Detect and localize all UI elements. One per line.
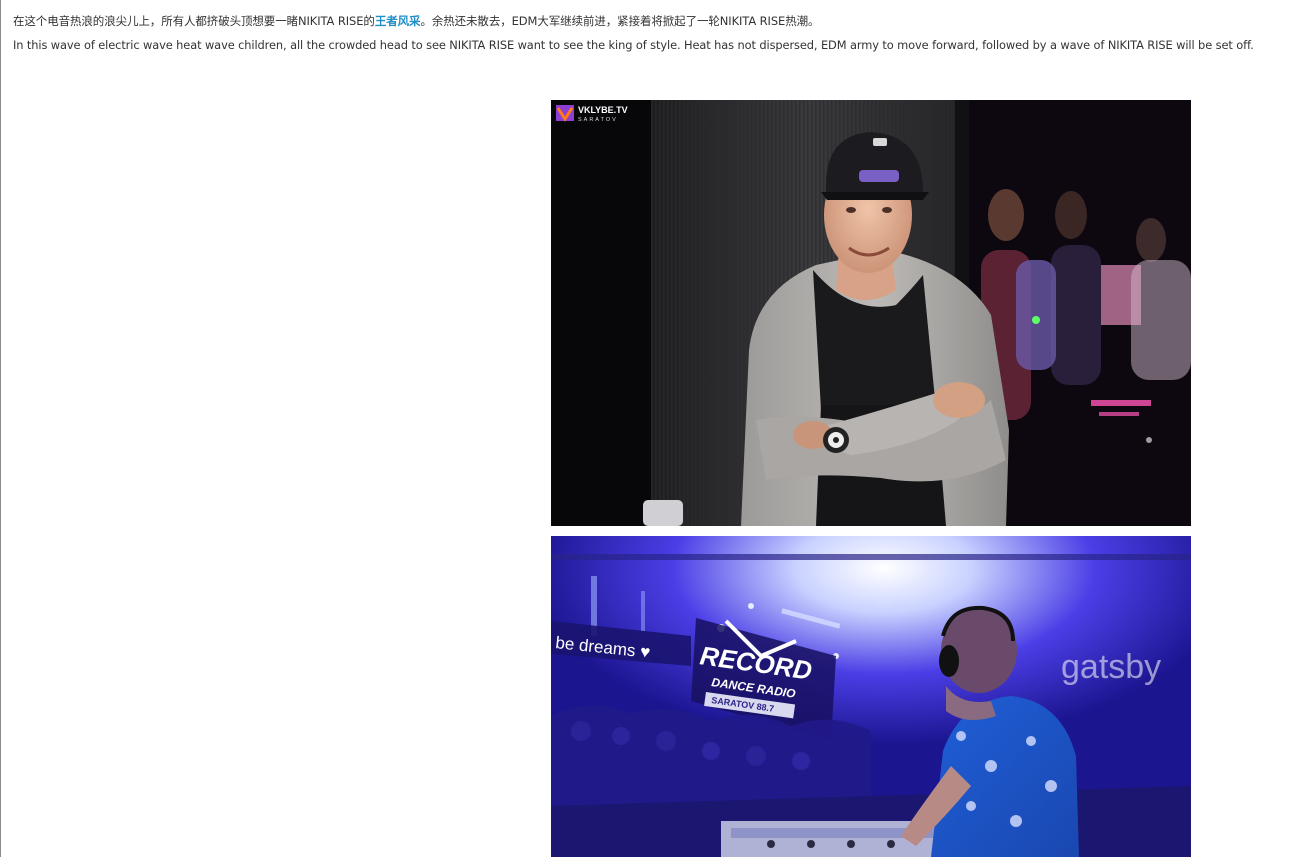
gatsby-wall-text: gatsby [1061,648,1161,686]
dj-portrait-photo: VKLYBE.TV SARATOV [551,100,1191,526]
page-frame: 在这个电音热浪的浪尖儿上，所有人都挤破头顶想要一睹NIKITA RISE的王者风… [0,0,1312,857]
dj-club-stage-photo: be dreams ♥ RECORD DANCE RADIO SARATOV 8… [551,536,1191,857]
highlighted-phrase: 王者风采 [374,14,421,28]
paragraph-chinese-text: 在这个电音热浪的浪尖儿上，所有人都挤破头顶想要一睹NIKITA RISE的 [13,14,375,28]
paragraph-english: In this wave of electric wave heat wave … [13,38,1254,52]
paragraph-chinese: 在这个电音热浪的浪尖儿上，所有人都挤破头顶想要一睹NIKITA RISE的王者风… [13,13,820,29]
paragraph-chinese-text-end: 。余热还未散去，EDM大军继续前进，紧接着将掀起了一轮NIKITA RISE热潮… [420,14,820,28]
watermark-text: VKLYBE.TV [578,105,628,115]
watermark-subtext: SARATOV [578,117,618,123]
